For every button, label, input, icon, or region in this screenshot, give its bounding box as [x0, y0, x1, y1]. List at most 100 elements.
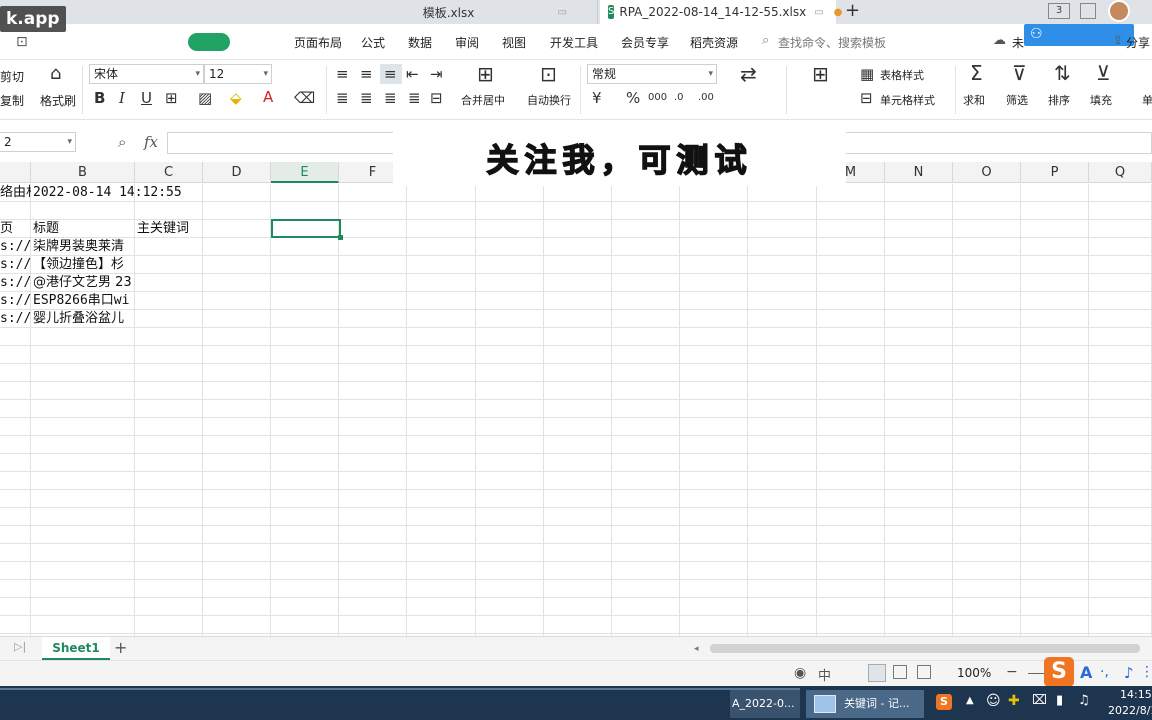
sort-button[interactable]: 排序: [1048, 92, 1070, 108]
save-icon[interactable]: ⊡: [16, 34, 28, 50]
tab-template[interactable]: 模板.xlsx ▭: [300, 0, 598, 24]
column-header-o[interactable]: O: [953, 162, 1021, 183]
sum-button[interactable]: 求和: [963, 92, 985, 108]
filter-button[interactable]: 筛选: [1006, 92, 1028, 108]
italic-icon[interactable]: I: [119, 90, 125, 106]
clock-time[interactable]: 14:15: [1120, 688, 1152, 701]
start-tab-pill[interactable]: [188, 33, 230, 51]
menu-page-layout[interactable]: 页面布局: [294, 34, 342, 51]
cell-c3[interactable]: 主关键词: [137, 220, 207, 238]
fill-pattern-icon[interactable]: ▨: [198, 90, 212, 106]
align-center-icon[interactable]: ≣: [360, 90, 373, 106]
font-size-select[interactable]: 12 ▾: [204, 64, 272, 84]
page-break-view-icon[interactable]: [917, 665, 931, 679]
fill-button[interactable]: 填充: [1090, 92, 1112, 108]
page-layout-view-icon[interactable]: [893, 665, 907, 679]
column-header-q[interactable]: Q: [1089, 162, 1152, 183]
cell-b7[interactable]: ESP8266串口wi: [33, 292, 135, 310]
cell-b3[interactable]: 标题: [33, 220, 135, 238]
clear-format-icon[interactable]: ⌫: [294, 90, 315, 106]
scroll-left-icon[interactable]: ◂: [694, 644, 699, 654]
add-sheet-button[interactable]: +: [114, 638, 127, 657]
align-right-icon[interactable]: ≣: [384, 90, 397, 106]
underline-icon[interactable]: U: [141, 90, 152, 106]
cell-a8[interactable]: s://c: [0, 310, 31, 328]
window-counter-badge[interactable]: 3: [1048, 3, 1070, 19]
menu-docer[interactable]: 稻壳资源: [690, 34, 738, 51]
column-header-n[interactable]: N: [885, 162, 953, 183]
tray-volume-icon[interactable]: ♫: [1078, 693, 1090, 708]
decrease-decimal-icon[interactable]: .00: [698, 90, 714, 106]
indent-increase-icon[interactable]: ⇥: [430, 66, 443, 82]
sheet-nav-icon[interactable]: ▷|: [14, 640, 26, 653]
border-icon[interactable]: ⊞: [165, 90, 178, 106]
align-bottom-active[interactable]: ≡: [380, 64, 402, 84]
sheet-grid[interactable]: BCDEFGHIJKLMNOPQ 络由村 2022-08-14 14:12:55…: [0, 162, 1152, 636]
sheet-tab-sheet1[interactable]: Sheet1: [42, 637, 110, 660]
column-header-a[interactable]: [0, 162, 31, 183]
column-header-d[interactable]: D: [203, 162, 271, 183]
increase-decimal-icon[interactable]: .0: [674, 90, 684, 106]
layout-icon[interactable]: [1080, 3, 1096, 19]
microphone-icon[interactable]: ♪: [1124, 664, 1134, 682]
avatar[interactable]: [1108, 0, 1130, 22]
cell-b8[interactable]: 婴儿折叠浴盆儿: [33, 310, 135, 328]
eye-protect-icon[interactable]: ◉: [794, 665, 806, 681]
distributed-icon[interactable]: ⊟: [430, 90, 443, 106]
thousands-icon[interactable]: 000: [648, 90, 667, 106]
cloud-status[interactable]: 未: [1012, 34, 1024, 51]
ime-logo-icon[interactable]: S: [1044, 657, 1074, 687]
cell-b4[interactable]: 柒牌男装奥莱清: [33, 238, 135, 256]
cell-a7[interactable]: s://i: [0, 292, 31, 310]
fx-icon[interactable]: fx: [144, 133, 158, 151]
font-color-icon[interactable]: A: [263, 89, 273, 105]
column-header-e[interactable]: E: [271, 162, 339, 183]
zoom-icon[interactable]: ⌕: [118, 133, 126, 151]
tray-expand-icon[interactable]: ▲: [966, 695, 974, 706]
name-box[interactable]: 2 ▾: [0, 132, 76, 152]
table-style-button[interactable]: 表格样式: [880, 67, 924, 83]
wrap-text-button[interactable]: 自动换行: [527, 92, 571, 108]
currency-icon[interactable]: ¥: [592, 90, 602, 106]
menu-formula[interactable]: 公式: [361, 34, 385, 51]
command-search[interactable]: 查找命令、搜索模板: [778, 34, 886, 51]
menu-view[interactable]: 视图: [502, 34, 526, 51]
align-top-icon[interactable]: ≡: [336, 66, 349, 82]
taskbar-item-rpa[interactable]: A_2022-0...: [730, 690, 800, 718]
cell-b5[interactable]: 【领边撞色】杉: [33, 256, 135, 274]
conditional-format-icon[interactable]: ⊞: [812, 64, 829, 84]
percent-icon[interactable]: %: [626, 90, 640, 106]
number-format-select[interactable]: 常规 ▾: [587, 64, 717, 84]
cell-b1[interactable]: 2022-08-14 14:12:55: [33, 184, 213, 202]
cell-a1[interactable]: 络由村: [0, 184, 31, 202]
clock-date[interactable]: 2022/8/1: [1108, 704, 1152, 717]
tray-usb-icon[interactable]: ⌧: [1032, 693, 1047, 708]
tray-qq-icon[interactable]: ☺: [986, 693, 1001, 709]
taskbar-item-notepad[interactable]: 关键词 - 记...: [806, 690, 924, 718]
ime-more-icon[interactable]: ⋮: [1140, 664, 1152, 680]
normal-view-icon[interactable]: [868, 664, 886, 682]
column-header-b[interactable]: B: [31, 162, 135, 183]
menu-review[interactable]: 审阅: [455, 34, 479, 51]
format-painter-button[interactable]: 格式刷: [40, 92, 76, 109]
cell-a6[interactable]: s://i: [0, 274, 31, 292]
align-middle-icon[interactable]: ≡: [360, 66, 373, 82]
single-button[interactable]: 单: [1142, 92, 1152, 108]
menu-developer[interactable]: 开发工具: [550, 34, 598, 51]
merge-center-button[interactable]: 合并居中: [461, 92, 505, 108]
column-header-c[interactable]: C: [135, 162, 203, 183]
share-button[interactable]: 分享: [1126, 34, 1150, 51]
tray-network-icon[interactable]: ▮: [1056, 693, 1063, 708]
bold-icon[interactable]: B: [94, 90, 105, 106]
zoom-out-icon[interactable]: −: [1006, 664, 1018, 680]
tray-ime-icon[interactable]: S: [936, 694, 952, 710]
cell-b6[interactable]: @港仔文艺男 23: [33, 274, 135, 292]
tray-app-icon[interactable]: ✚: [1008, 693, 1020, 709]
ime-punct-icon[interactable]: ⋅,: [1100, 664, 1109, 680]
column-header-p[interactable]: P: [1021, 162, 1089, 183]
menu-data[interactable]: 数据: [408, 34, 432, 51]
cell-a3[interactable]: 页: [0, 220, 31, 238]
indent-decrease-icon[interactable]: ⇤: [406, 66, 419, 82]
cell-a5[interactable]: s://c: [0, 256, 31, 274]
tab-rpa-file[interactable]: S RPA_2022-08-14_14-12-55.xlsx ▭ ●: [600, 0, 842, 24]
